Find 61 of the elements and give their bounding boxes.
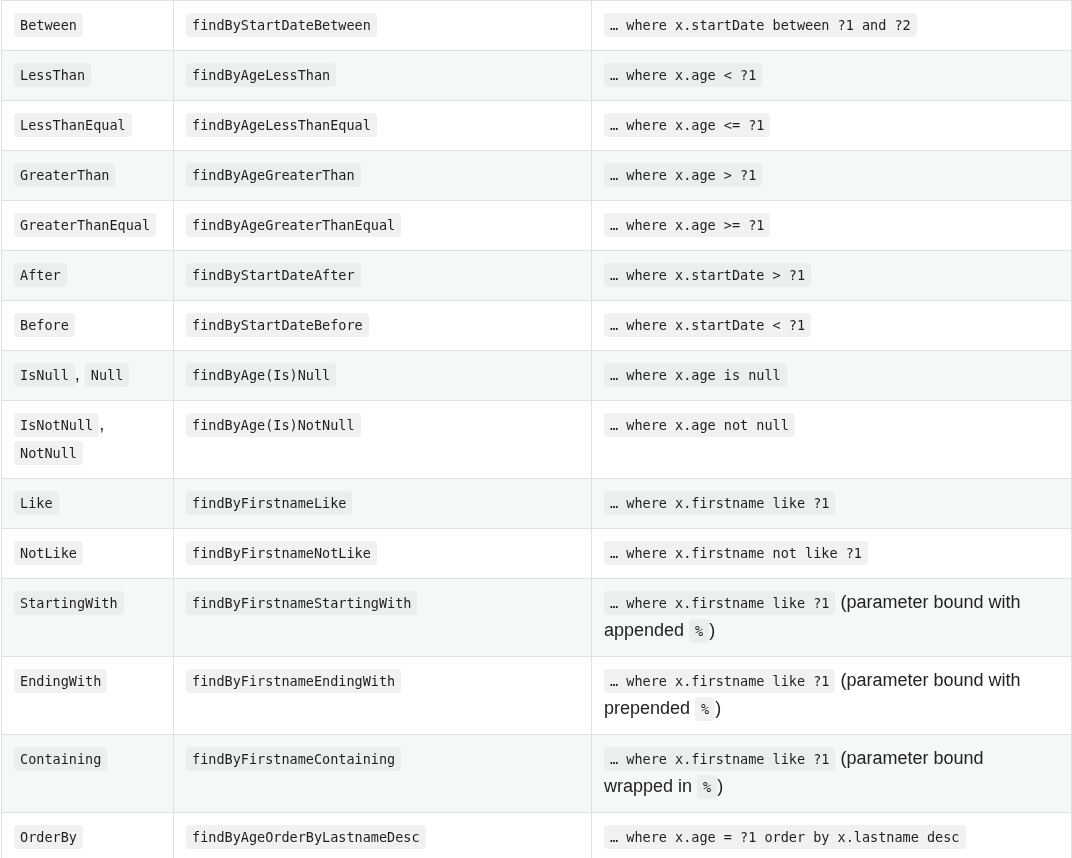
code-snippet: … where x.age >= ?1 bbox=[604, 213, 771, 237]
code-snippet: … where x.firstname like ?1 bbox=[604, 591, 836, 615]
code-snippet: findByStartDateBefore bbox=[186, 313, 369, 337]
code-snippet: … where x.age not null bbox=[604, 413, 795, 437]
code-snippet: … where x.startDate < ?1 bbox=[604, 313, 812, 337]
note-text: ) bbox=[717, 776, 724, 796]
code-snippet: findByAge(Is)NotNull bbox=[186, 413, 361, 437]
code-snippet: IsNotNull bbox=[14, 413, 100, 437]
code-snippet: findByAgeGreaterThanEqual bbox=[186, 213, 402, 237]
note-text: ) bbox=[715, 698, 722, 718]
code-snippet: LessThan bbox=[14, 63, 92, 87]
note-text: prepended bbox=[604, 698, 691, 718]
note-text: (parameter bound with bbox=[840, 670, 1021, 690]
code-snippet: NotNull bbox=[14, 441, 83, 465]
code-snippet: findByFirstnameEndingWith bbox=[186, 669, 402, 693]
code-snippet: Before bbox=[14, 313, 75, 337]
code-snippet: findByAgeLessThan bbox=[186, 63, 337, 87]
code-snippet: GreaterThan bbox=[14, 163, 116, 187]
code-snippet: … where x.firstname not like ?1 bbox=[604, 541, 868, 565]
code-snippet: … where x.age <= ?1 bbox=[604, 113, 771, 137]
code-snippet: … where x.startDate > ?1 bbox=[604, 263, 812, 287]
note-text: wrapped in bbox=[604, 776, 693, 796]
code-snippet: … where x.age is null bbox=[604, 363, 787, 387]
code-snippet: OrderBy bbox=[14, 825, 83, 849]
code-snippet: Between bbox=[14, 13, 83, 37]
note-text: appended bbox=[604, 620, 685, 640]
note-text: , bbox=[99, 414, 105, 434]
note-text: (parameter bound with bbox=[840, 592, 1021, 612]
code-snippet: findByAge(Is)Null bbox=[186, 363, 337, 387]
code-snippet: GreaterThanEqual bbox=[14, 213, 157, 237]
code-snippet: findByAgeLessThanEqual bbox=[186, 113, 377, 137]
code-snippet: … where x.firstname like ?1 bbox=[604, 669, 836, 693]
note-text: ) bbox=[709, 620, 716, 640]
code-snippet: findByStartDateAfter bbox=[186, 263, 361, 287]
code-snippet: EndingWith bbox=[14, 669, 108, 693]
note-text: , bbox=[74, 364, 80, 384]
code-snippet: NotLike bbox=[14, 541, 83, 565]
code-snippet: … where x.startDate between ?1 and ?2 bbox=[604, 13, 917, 37]
note-text: (parameter bound bbox=[840, 748, 984, 768]
code-snippet: findByAgeGreaterThan bbox=[186, 163, 361, 187]
code-snippet: findByFirstnameLike bbox=[186, 491, 353, 515]
code-snippet: % bbox=[689, 619, 710, 643]
code-snippet: findByFirstnameContaining bbox=[186, 747, 402, 771]
code-snippet: … where x.age < ?1 bbox=[604, 63, 763, 87]
code-snippet: findByStartDateBetween bbox=[186, 13, 377, 37]
code-snippet: LessThanEqual bbox=[14, 113, 132, 137]
code-snippet: % bbox=[695, 697, 716, 721]
code-snippet: Containing bbox=[14, 747, 108, 771]
code-snippet: … where x.age = ?1 order by x.lastname desc bbox=[604, 825, 966, 849]
code-snippet: After bbox=[14, 263, 67, 287]
code-snippet: StartingWith bbox=[14, 591, 124, 615]
code-snippet: % bbox=[697, 775, 718, 799]
code-snippet: findByFirstnameStartingWith bbox=[186, 591, 418, 615]
code-snippet: Like bbox=[14, 491, 59, 515]
code-snippet: Null bbox=[84, 363, 130, 387]
code-snippet: … where x.firstname like ?1 bbox=[604, 491, 836, 515]
code-snippet: findByFirstnameNotLike bbox=[186, 541, 377, 565]
code-snippet: … where x.firstname like ?1 bbox=[604, 747, 836, 771]
code-snippet: … where x.age > ?1 bbox=[604, 163, 763, 187]
code-snippet: findByAgeOrderByLastnameDesc bbox=[186, 825, 426, 849]
code-snippet: IsNull bbox=[14, 363, 75, 387]
